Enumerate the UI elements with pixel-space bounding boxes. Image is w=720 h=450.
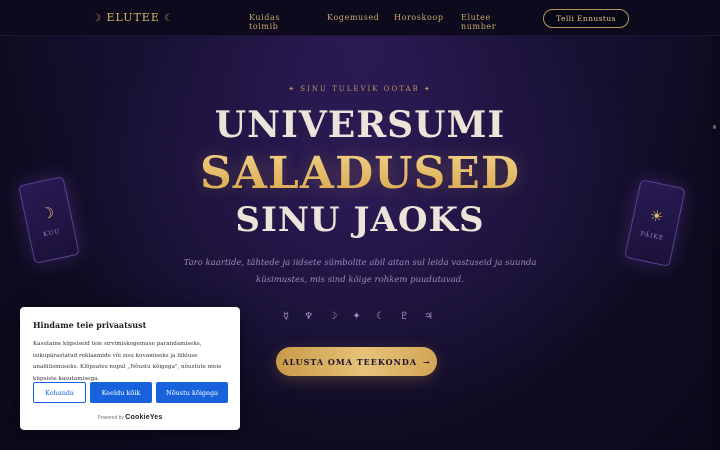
crescent-icon: ☾ bbox=[375, 310, 385, 322]
order-reading-button[interactable]: Telli Ennustus bbox=[543, 9, 629, 28]
powered-by-text: Powered by bbox=[97, 415, 124, 421]
top-navigation: ☽ ELUTEE ☾ Kuidas toimib Kogemused Horos… bbox=[0, 0, 720, 36]
cookie-title: Hindame teie privaatsust bbox=[33, 320, 147, 330]
nav-link-kuidas-toimib[interactable]: Kuidas toimib bbox=[249, 13, 280, 31]
hero-title-line-3: SINU JAOKS bbox=[235, 200, 485, 240]
pluto-icon: ♇ bbox=[399, 310, 409, 322]
nav-link-horoskoop[interactable]: Horoskoop bbox=[394, 13, 444, 22]
moon-icon: ☽ bbox=[38, 202, 56, 223]
neptune-icon: ♆ bbox=[304, 310, 314, 322]
cookie-accept-all-button[interactable]: Nõustu kõigega bbox=[156, 382, 228, 403]
scrollbar-track[interactable] bbox=[712, 36, 720, 450]
cookie-powered-by: Powered by CookieYes bbox=[20, 414, 240, 421]
crescent-moon-icon: ☽ bbox=[92, 13, 102, 24]
tarot-card-label: PÄIKE bbox=[639, 229, 665, 242]
brand-logo[interactable]: ☽ ELUTEE ☾ bbox=[92, 11, 174, 24]
cookie-consent-banner: Hindame teie privaatsust Kasutame küpsis… bbox=[20, 307, 240, 430]
hero-eyebrow: ✦ SINU TULEVIK OOTAB ✦ bbox=[288, 85, 432, 93]
hero-description: Taro kaartide, tähtede ja iidsete sümbol… bbox=[183, 258, 537, 285]
sun-icon: ☀ bbox=[648, 205, 666, 226]
hero-title-line-1: UNIVERSUMI bbox=[214, 104, 506, 146]
cookie-text: Kasutame küpsiseid teie sirvimiskogemuse… bbox=[33, 341, 222, 382]
nav-link-elutee-number[interactable]: Elutee number bbox=[461, 13, 496, 31]
start-journey-label: ALUSTA OMA TEEKONDA bbox=[282, 356, 418, 367]
cookie-reject-all-button[interactable]: Keeldu kõik bbox=[90, 382, 152, 403]
jupiter-icon: ♃ bbox=[423, 310, 433, 322]
tarot-card-label: KUU bbox=[42, 227, 61, 238]
arrow-right-icon: → bbox=[423, 356, 431, 367]
hero-title-line-2: SALADUSED bbox=[0, 148, 720, 199]
crescent-moon-icon: ☾ bbox=[164, 13, 175, 24]
cookie-customize-button[interactable]: Kohanda bbox=[33, 382, 86, 403]
mercury-icon: ☿ bbox=[283, 310, 290, 322]
moon-icon: ☽ bbox=[328, 310, 338, 322]
brand-name: ELUTEE bbox=[106, 11, 160, 24]
nav-link-kogemused[interactable]: Kogemused bbox=[327, 13, 380, 22]
astro-symbols-row: ☿ ♆ ☽ ✦ ☾ ♇ ♃ bbox=[283, 307, 433, 325]
star-icon: ✦ bbox=[352, 310, 361, 322]
start-journey-button[interactable]: ALUSTA OMA TEEKONDA → bbox=[276, 347, 437, 376]
scrollbar-thumb[interactable] bbox=[713, 125, 716, 129]
cookieyes-logo[interactable]: CookieYes bbox=[125, 414, 162, 421]
